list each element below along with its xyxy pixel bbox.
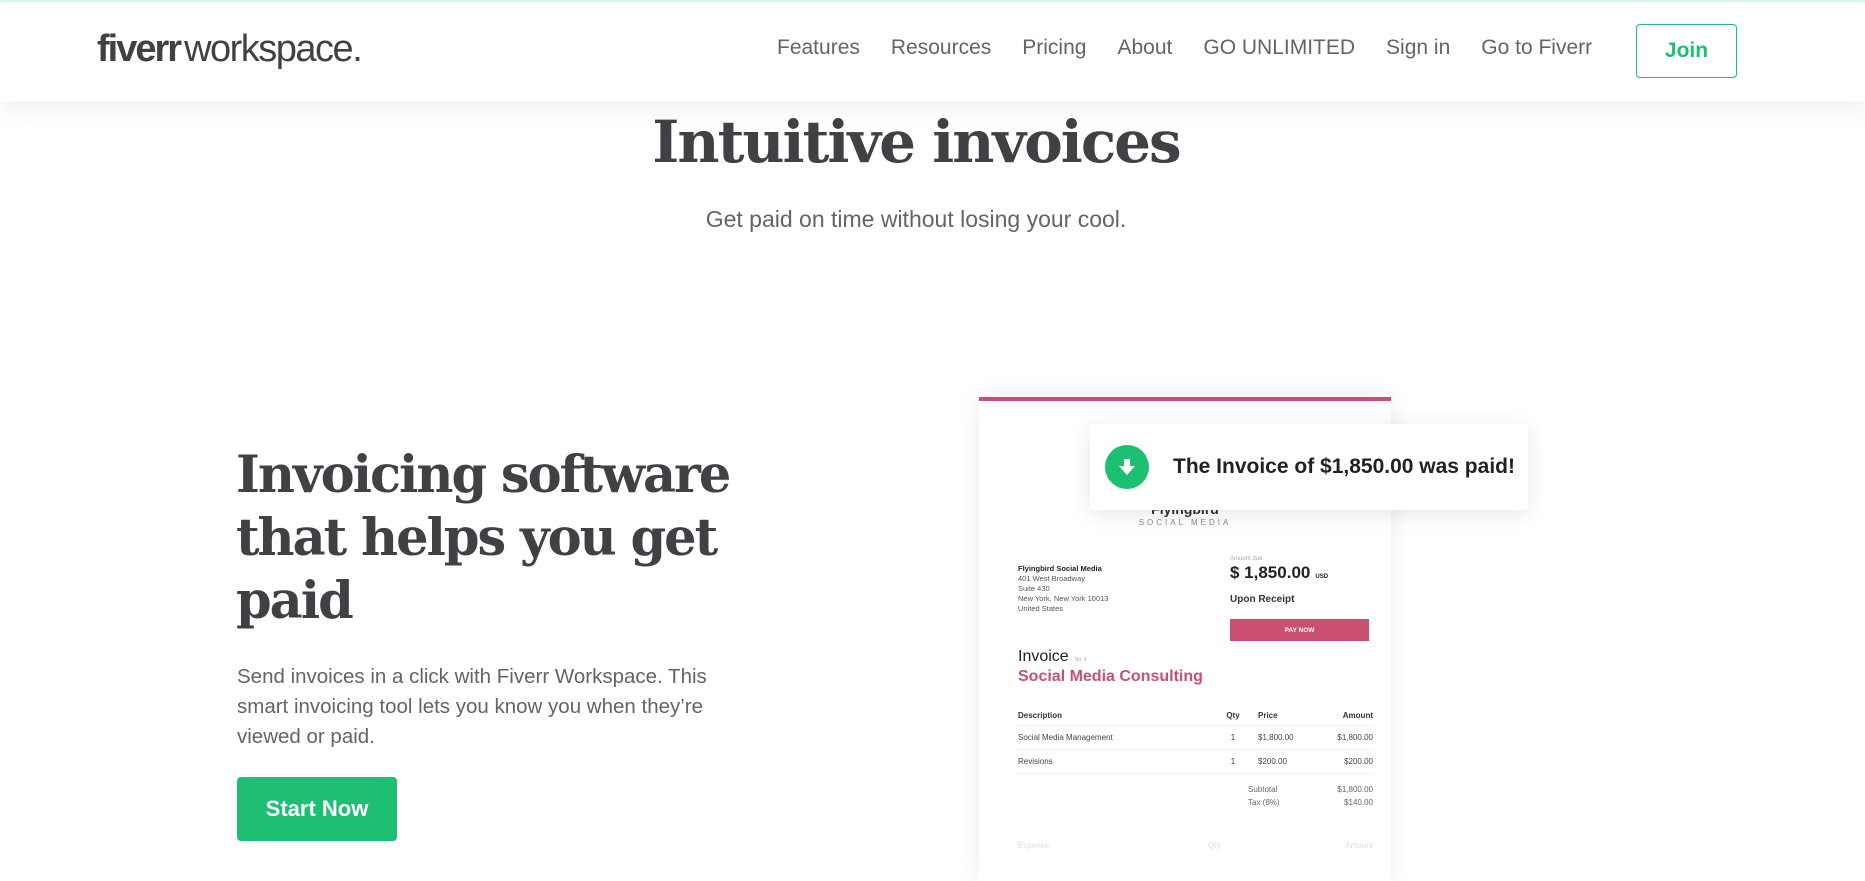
invoice-number: No. 4 xyxy=(1074,657,1087,663)
due-value: Upon Receipt xyxy=(1230,594,1295,605)
nav-go-to-fiverr[interactable]: Go to Fiverr xyxy=(1481,36,1592,60)
logo-brand: fiverr xyxy=(97,28,182,70)
invoice-heading: Invoice No. 4 xyxy=(1018,648,1087,666)
nav-about[interactable]: About xyxy=(1117,36,1172,60)
amount-due-label: Amount due xyxy=(1230,556,1263,562)
address-line: Flyingbird Social Media xyxy=(1018,564,1102,573)
nav-features[interactable]: Features xyxy=(777,36,860,60)
expense-header: Expense Qty Amount xyxy=(1018,841,1373,850)
invoice-totals: Subtotal $1,800.00 Tax (8%) $140.00 xyxy=(1248,783,1373,809)
download-arrow-icon xyxy=(1105,445,1149,489)
tax-label: Tax (8%) xyxy=(1248,798,1280,807)
subtotal-value: $1,800.00 xyxy=(1337,785,1373,794)
feature-description: Send invoices in a click with Fiverr Wor… xyxy=(237,665,707,748)
cell-qty: 1 xyxy=(1230,733,1236,742)
table-row: Social Media Management 1 $1,800.00 $1,8… xyxy=(1018,726,1373,750)
main-nav: Features Resources Pricing About GO UNLI… xyxy=(777,36,1623,60)
cell-amount: $200.00 xyxy=(1344,757,1373,766)
table-row: Revisions 1 $200.00 $200.00 xyxy=(1018,750,1373,774)
invoice-heading-text: Invoice xyxy=(1018,648,1069,665)
payment-toast: The Invoice of $1,850.00 was paid! xyxy=(1090,424,1528,510)
address-line: Suite 430 xyxy=(1018,584,1050,593)
cell-description: Revisions xyxy=(1018,757,1053,766)
cell-description: Social Media Management xyxy=(1018,733,1113,742)
nav-go-unlimited[interactable]: GO UNLIMITED xyxy=(1203,36,1355,60)
tax-value: $140.00 xyxy=(1344,798,1373,807)
start-now-button[interactable]: Start Now xyxy=(237,777,397,841)
invoice-table: Description Qty Price Amount Social Medi… xyxy=(1018,706,1373,774)
col-expense: Expense xyxy=(1018,841,1050,850)
feature-title: Invoicing software that helps you get pa… xyxy=(236,445,731,631)
nav-sign-in[interactable]: Sign in xyxy=(1386,36,1450,60)
pay-now-button[interactable]: PAY NOW xyxy=(1230,619,1369,641)
col-description: Description xyxy=(1018,711,1063,720)
amount-due: $ 1,850.00 USD xyxy=(1230,563,1328,583)
cell-price: $200.00 xyxy=(1258,757,1287,766)
currency: USD xyxy=(1315,574,1329,580)
address-line: New York, New York 10013 xyxy=(1018,594,1109,603)
col-expense-amount: Amount xyxy=(1345,841,1373,850)
cell-qty: 1 xyxy=(1230,757,1236,766)
join-button[interactable]: Join xyxy=(1636,24,1737,78)
subtotal-label: Subtotal xyxy=(1248,785,1278,794)
fiverr-workspace-logo[interactable]: fiverr workspace. xyxy=(97,28,363,71)
col-price: Price xyxy=(1258,711,1278,720)
table-header: Description Qty Price Amount xyxy=(1018,706,1373,726)
nav-resources[interactable]: Resources xyxy=(891,36,991,60)
tax-row: Tax (8%) $140.00 xyxy=(1248,796,1373,809)
col-qty: Qty xyxy=(1226,711,1240,720)
address-line: 401 West Broadway xyxy=(1018,574,1085,583)
toast-message: The Invoice of $1,850.00 was paid! xyxy=(1173,455,1515,478)
nav-pricing[interactable]: Pricing xyxy=(1022,36,1086,60)
amount-due-value: $ 1,850.00 xyxy=(1230,563,1311,582)
invoice-company-tagline: SOCIAL MEDIA xyxy=(1138,518,1232,527)
invoice-address: Flyingbird Social Media 401 West Broadwa… xyxy=(1018,564,1108,614)
logo-product: workspace. xyxy=(184,28,363,70)
col-expense-qty: Qty xyxy=(1208,841,1221,850)
subtotal-row: Subtotal $1,800.00 xyxy=(1248,783,1373,796)
site-header: fiverr workspace. Features Resources Pric… xyxy=(0,2,1865,101)
cell-amount: $1,800.00 xyxy=(1337,733,1373,742)
hero-title: Intuitive invoices xyxy=(652,108,1181,176)
address-line: United States xyxy=(1018,604,1064,613)
cell-price: $1,800.00 xyxy=(1258,733,1294,742)
hero-subtitle: Get paid on time without losing your coo… xyxy=(705,206,1127,232)
invoice-project: Social Media Consulting xyxy=(1018,668,1203,685)
col-amount: Amount xyxy=(1342,711,1373,720)
